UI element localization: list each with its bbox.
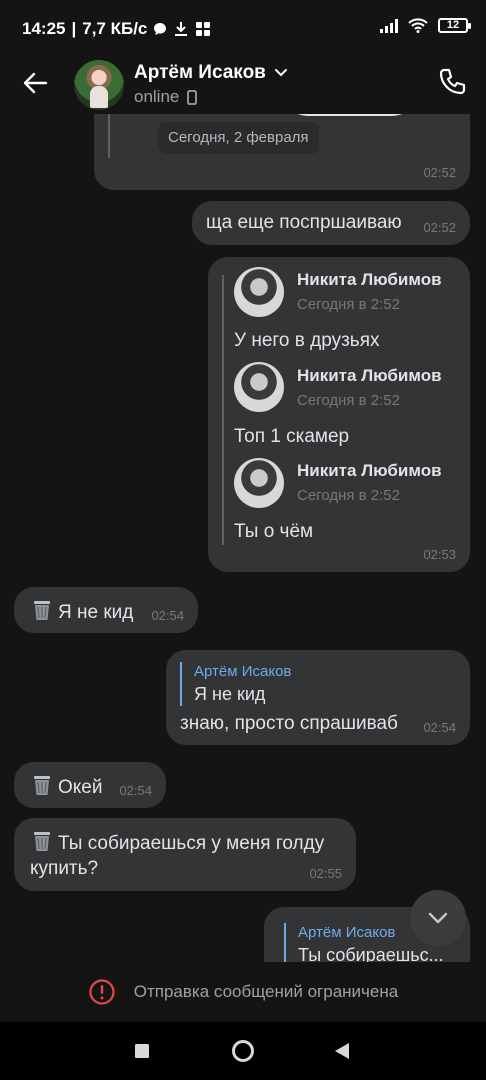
phone-icon[interactable]: [436, 66, 468, 98]
forwarded-author: Никита Любимов: [297, 461, 442, 480]
forwarded-date: Сегодня в 2:52: [297, 296, 400, 313]
message-bubble-incoming[interactable]: Я не кид 02:54: [14, 587, 198, 633]
battery-icon: 12: [438, 18, 471, 33]
restriction-text: Отправка сообщений ограничена: [133, 982, 399, 1001]
system-nav-bar: [0, 1022, 486, 1080]
forwarded-author: Никита Любимов: [297, 270, 442, 289]
recent-apps-button[interactable]: [134, 1043, 150, 1064]
status-bar: 14:25 | 7,7 КБ/с 12: [0, 0, 486, 58]
home-button[interactable]: [231, 1039, 255, 1068]
contact-status: online: [134, 87, 198, 107]
network-speed: 7,7 КБ/с: [82, 19, 148, 38]
signal-icon: [380, 18, 398, 33]
avatar: [234, 362, 284, 412]
message-bubble-incoming[interactable]: Ты собираешься у меня голду купить? 02:5…: [14, 818, 356, 891]
message-time: 02:54: [119, 783, 152, 798]
download-icon: [173, 21, 189, 37]
sticker-image: [270, 114, 430, 116]
message-bubble-forwarded[interactable]: Никита Любимов Сегодня в 2:52 У него в д…: [208, 257, 470, 572]
contact-name[interactable]: Артём Исаков: [134, 62, 288, 84]
back-nav-button[interactable]: [334, 1042, 350, 1065]
warning-icon: [89, 979, 115, 1005]
messaging-restricted-bar: Отправка сообщений ограничена: [0, 962, 486, 1022]
message-time: 02:52: [423, 220, 456, 235]
avatar[interactable]: [74, 60, 124, 110]
wifi-icon: [408, 18, 428, 33]
reply-author: Артём Исаков: [194, 663, 292, 680]
reply-quote[interactable]: Артём Исаков Я не кид: [180, 662, 291, 706]
apps-icon: [195, 21, 211, 37]
forwarded-date: Сегодня в 2:52: [297, 487, 400, 504]
trash-emoji-icon: [34, 832, 50, 851]
message-text: знаю, просто спрашиваб: [180, 713, 398, 734]
message-time: 02:54: [151, 608, 184, 623]
forwarded-text: Топ 1 скамер: [234, 426, 350, 447]
forward-line: [108, 114, 110, 158]
reply-text: Ты собираешьс...: [298, 945, 444, 962]
avatar: [234, 458, 284, 508]
message-bubble[interactable]: ща еще поспршаиваю 02:52: [192, 201, 470, 245]
message-time: 02:52: [423, 165, 456, 180]
forwarded-text: У него в друзьях: [234, 330, 380, 351]
date-separator: Сегодня, 2 февраля: [158, 122, 319, 154]
forwarded-text: Ты о чём: [234, 521, 314, 542]
message-time: 02:53: [423, 547, 456, 562]
status-time: 14:25: [22, 19, 66, 38]
message-text: Ты собираешься у меня голду: [30, 829, 324, 855]
message-time: 02:54: [423, 720, 456, 735]
message-text: Окей: [30, 773, 103, 799]
forward-line: [222, 275, 224, 545]
chevron-down-icon: [428, 912, 448, 924]
message-text: ща еще поспршаиваю: [206, 212, 402, 233]
back-arrow-icon[interactable]: [20, 68, 50, 98]
trash-emoji-icon: [34, 601, 50, 620]
message-text: Я не кид: [30, 598, 133, 624]
device-icon: [187, 89, 198, 105]
chevron-down-icon: [274, 69, 287, 77]
message-time: 02:55: [309, 866, 342, 881]
trash-emoji-icon: [34, 776, 50, 795]
avatar: [234, 267, 284, 317]
forwarded-date: Сегодня в 2:52: [297, 392, 400, 409]
message-bubble-incoming[interactable]: Окей 02:54: [14, 762, 166, 808]
message-list[interactable]: 02:52 Сегодня, 2 февраля ща еще поспршаи…: [0, 114, 486, 962]
message-text-line2: купить?: [30, 858, 99, 879]
reply-text: Я не кид: [194, 684, 266, 704]
scroll-down-button[interactable]: [410, 890, 466, 946]
chat-bubble-icon: [153, 22, 167, 36]
message-bubble[interactable]: Артём Исаков Я не кид знаю, просто спраш…: [166, 650, 470, 745]
forwarded-author: Никита Любимов: [297, 366, 442, 385]
chat-header: Артём Исаков online: [0, 58, 486, 114]
